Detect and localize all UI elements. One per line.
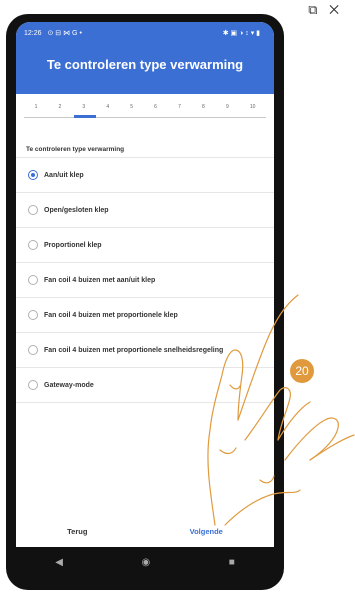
step-number: 6 [154, 104, 157, 110]
nav-home-icon[interactable]: ◉ [141, 557, 150, 568]
option-row[interactable]: Proportionel klep [16, 228, 274, 263]
option-label: Fan coil 4 buizen met aan/uit klep [44, 276, 156, 284]
app-header: 12:26 ⊙ ⊟ ⋈ G • ✱ ▣ ◑ ↕ ▾ ▮ Te controler… [16, 22, 274, 94]
step-indicator: 1 2 3 4 5 6 7 8 9 10 [16, 94, 274, 134]
option-label: Proportionel klep [44, 241, 102, 249]
step-number: 2 [58, 104, 62, 110]
radio-button[interactable] [28, 380, 38, 390]
status-bar: 12:26 ⊙ ⊟ ⋈ G • ✱ ▣ ◑ ↕ ▾ ▮ [16, 22, 274, 37]
option-label: Open/gesloten klep [44, 206, 109, 214]
nav-recents-icon[interactable]: ■ [229, 557, 235, 568]
step-number: 7 [178, 104, 181, 110]
step-number: 5 [130, 104, 134, 110]
section-label: Te controleren type verwarming [16, 134, 274, 158]
status-left-icons: ⊙ ⊟ ⋈ G • [47, 30, 82, 37]
step-number: 3 [82, 104, 86, 110]
step-number: 9 [225, 104, 229, 110]
radio-button[interactable] [28, 240, 38, 250]
step-numbers: 1 2 3 4 5 6 7 8 9 10 [24, 104, 266, 110]
radio-button[interactable] [28, 205, 38, 215]
pointing-hand-icon [207, 294, 355, 526]
step-number: 10 [249, 104, 256, 110]
radio-button[interactable] [28, 275, 38, 285]
step-number: 8 [202, 104, 205, 110]
radio-button[interactable] [28, 310, 38, 320]
status-right-icons: ✱ ▣ ◑ ↕ ▾ ▮ [222, 30, 260, 37]
step-track [24, 117, 266, 118]
step-active-marker [73, 115, 96, 118]
option-label: Aan/uit klep [44, 171, 84, 179]
radio-button[interactable] [28, 170, 38, 180]
option-label: Fan coil 4 buizen met proportionele klep [44, 311, 178, 319]
window-controls: ⧉ ✕ [308, 2, 343, 17]
option-label: Gateway-mode [44, 381, 94, 389]
android-nav-bar: ◀ ◉ ■ [16, 547, 274, 577]
step-badge: 20 [290, 359, 314, 383]
status-time: 12:26 [24, 30, 42, 37]
step-number: 1 [34, 104, 38, 110]
page-title: Te controleren type verwarming [46, 57, 244, 72]
step-number: 4 [106, 104, 110, 110]
back-button[interactable]: Terug [67, 527, 87, 536]
option-label: Fan coil 4 buizen met proportionele snel… [44, 346, 224, 354]
option-row[interactable]: Aan/uit klep [16, 158, 274, 193]
radio-button[interactable] [28, 345, 38, 355]
nav-back-icon[interactable]: ◀ [55, 557, 63, 568]
option-row[interactable]: Open/gesloten klep [16, 193, 274, 228]
